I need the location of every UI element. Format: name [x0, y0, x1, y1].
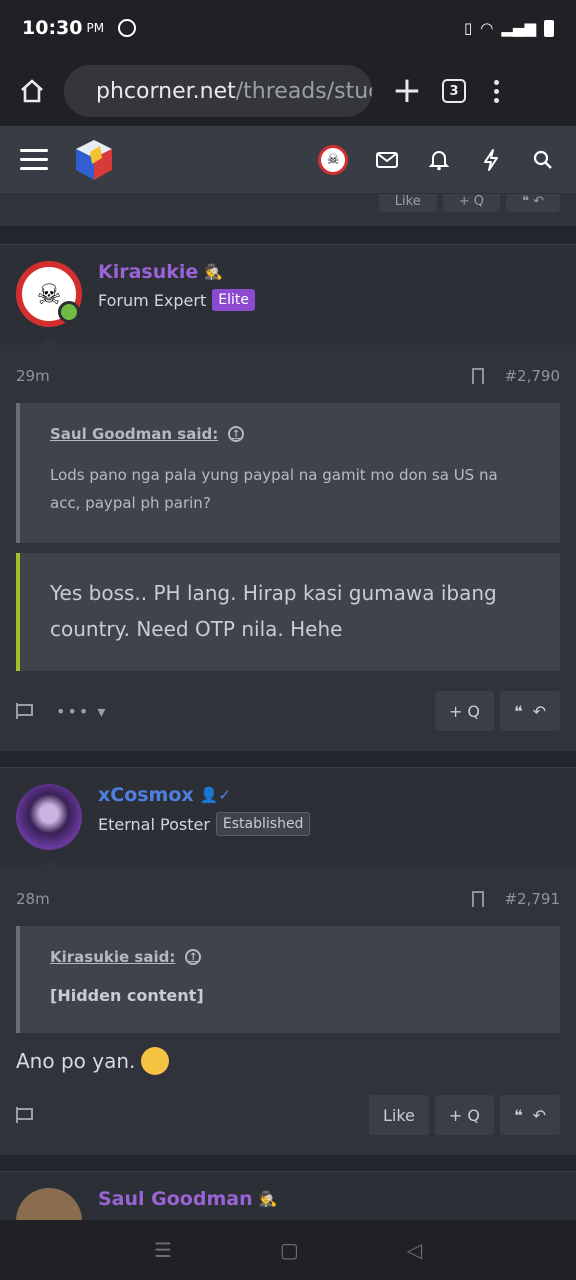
site-header: ☠ [0, 126, 576, 194]
prev-reply-button[interactable]: ❝ ↶ [505, 194, 560, 212]
reply-arrow-icon: ↶ [532, 701, 546, 721]
post-user-block: Saul Goodman 🕵 [0, 1172, 576, 1220]
thread-content: Like + Q ❝ ↶ ☠ Kirasukie 🕵 Forum Expert E… [0, 194, 576, 1220]
more-options-button[interactable]: ••• ▾ [56, 702, 107, 721]
messenger-icon [118, 19, 137, 37]
quote-block: Kirasukie said: ↑ [Hidden content] [16, 926, 560, 1033]
username[interactable]: Kirasukie 🕵 [98, 261, 255, 283]
url-path: /threads/stuc [235, 78, 372, 104]
username[interactable]: Saul Goodman 🕵 [98, 1188, 277, 1210]
tab-switcher-button[interactable]: 3 [442, 79, 466, 103]
post-meta: 29m #2,790 [0, 345, 576, 389]
online-status-icon [58, 301, 80, 323]
home-button[interactable] [0, 77, 64, 105]
reply-button[interactable]: ❝ ↶ [499, 1095, 560, 1135]
incognito-icon: 🕵 [204, 263, 223, 281]
vibrate-icon: ▯ [464, 19, 473, 37]
quote-author[interactable]: Kirasukie said: [50, 948, 175, 966]
user-avatar[interactable] [16, 784, 82, 850]
user-badge: Elite [212, 289, 255, 311]
post-time[interactable]: 29m [16, 367, 50, 385]
envelope-icon [376, 151, 398, 168]
inbox-button[interactable] [374, 147, 400, 173]
post-body: Yes boss.. PH lang. Hirap kasi gumawa ib… [16, 553, 560, 671]
quote-block: Saul Goodman said: ↑ Lods pano nga pala y… [16, 403, 560, 543]
search-button[interactable] [530, 147, 556, 173]
account-avatar[interactable]: ☠ [318, 144, 348, 175]
status-icons: ▯ ◠ ▂▄▆ [464, 19, 554, 37]
url-host: phcorner.net [96, 78, 236, 104]
logo-cube-icon [76, 139, 112, 180]
quote-text: Lods pano nga pala yung paypal na gamit … [50, 466, 498, 512]
arrow-up-circle-icon[interactable]: ↑ [185, 949, 202, 965]
alerts-button[interactable] [426, 147, 452, 173]
user-title: Forum Expert [98, 290, 207, 310]
post-time[interactable]: 28m [16, 890, 50, 908]
search-icon [533, 150, 552, 169]
user-avatar[interactable]: ☠ [16, 261, 82, 327]
post: ☠ Kirasukie 🕵 Forum Expert Elite 29m #2,7… [0, 244, 576, 751]
signal-icon: ▂▄▆ [501, 19, 536, 37]
quote-author[interactable]: Saul Goodman said: [50, 425, 218, 443]
back-button[interactable]: ◁ [407, 1238, 422, 1262]
new-tab-button[interactable]: + [372, 73, 442, 109]
wifi-icon: ◠ [480, 19, 494, 37]
post-number[interactable]: #2,791 [504, 890, 560, 908]
quote-marks-icon: ❝ [513, 701, 523, 721]
post-actions: Like + Q ❝ ↶ [0, 1075, 576, 1155]
status-ampm: PM [86, 21, 105, 35]
home-icon [21, 79, 43, 103]
laughing-emoji-icon [141, 1047, 170, 1075]
status-time: 10:30 [22, 17, 83, 39]
arrow-up-circle-icon[interactable]: ↑ [228, 426, 245, 442]
incognito-icon: 🕵 [258, 1190, 278, 1208]
post-number[interactable]: #2,790 [504, 367, 560, 385]
recents-button[interactable]: ☰ [154, 1238, 172, 1262]
quote-marks-icon: ❝ [513, 1105, 523, 1125]
post-actions: ••• ▾ + Q ❝ ↶ [0, 671, 576, 751]
browser-menu-button[interactable] [466, 79, 526, 103]
reply-arrow-icon: ↶ [532, 1105, 546, 1125]
like-button[interactable]: Like [368, 1095, 429, 1135]
bookmark-icon[interactable] [472, 891, 485, 907]
system-nav-bar: ☰ ▢ ◁ [0, 1220, 576, 1280]
site-logo[interactable] [72, 138, 116, 182]
user-title: Eternal Poster [98, 814, 210, 834]
reply-button[interactable]: ❝ ↶ [499, 691, 560, 731]
post-user-block: xCosmox 👤✓ Eternal Poster Established [0, 768, 576, 869]
bell-icon [429, 150, 449, 170]
system-home-button[interactable]: ▢ [280, 1238, 299, 1262]
post-meta: 28m #2,791 [0, 868, 576, 912]
hidden-content: [Hidden content] [50, 986, 204, 1005]
user-avatar[interactable] [16, 1188, 82, 1220]
url-field[interactable]: phcorner.net/threads/stuc [64, 65, 372, 117]
multi-quote-button[interactable]: + Q [434, 1095, 494, 1135]
post-body: Ano po yan. [0, 1033, 576, 1075]
report-flag-icon[interactable] [16, 703, 33, 719]
post: xCosmox 👤✓ Eternal Poster Established 28m… [0, 767, 576, 1155]
username[interactable]: xCosmox 👤✓ [98, 784, 310, 806]
prev-like-button[interactable]: Like [378, 194, 437, 212]
bookmark-icon[interactable] [472, 368, 485, 384]
status-bar: 10:30 PM ▯ ◠ ▂▄▆ [0, 0, 576, 56]
user-badge: Established [215, 812, 311, 836]
battery-icon [544, 19, 554, 37]
post: Saul Goodman 🕵 [0, 1171, 576, 1220]
multi-quote-button[interactable]: + Q [434, 691, 494, 731]
whats-new-button[interactable] [478, 147, 504, 173]
post-user-block: ☠ Kirasukie 🕵 Forum Expert Elite [0, 245, 576, 346]
report-flag-icon[interactable] [16, 1107, 33, 1123]
prev-quote-button[interactable]: + Q [442, 194, 500, 212]
bolt-icon [484, 148, 498, 171]
verified-user-icon: 👤✓ [199, 786, 231, 804]
browser-toolbar: phcorner.net/threads/stuc + 3 [0, 56, 576, 126]
previous-post-actions: Like + Q ❝ ↶ [0, 194, 576, 226]
menu-button[interactable] [20, 149, 48, 170]
